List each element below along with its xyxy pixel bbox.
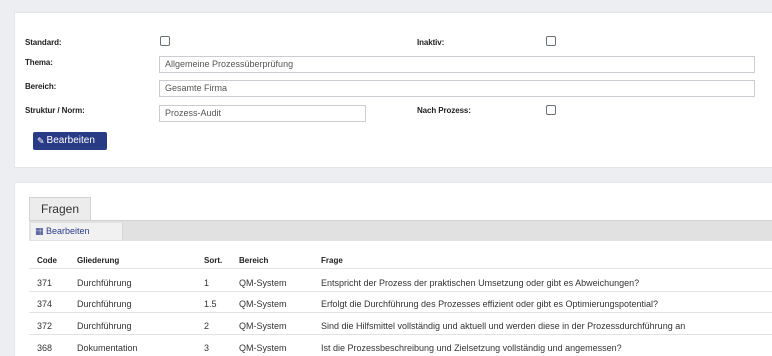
bereich-field[interactable]: Gesamte Firma: [159, 80, 755, 97]
cell-code: 368: [37, 343, 53, 353]
header-divider: [29, 268, 772, 269]
inaktiv-checkbox[interactable]: [546, 36, 556, 46]
row-divider: [29, 291, 772, 292]
column-header-code[interactable]: Code: [37, 256, 57, 265]
nach-prozess-label: Nach Prozess:: [417, 106, 471, 115]
cell-code: 371: [37, 278, 53, 288]
process-form-panel: Standard: Inaktiv: Thema: Allgemeine Pro…: [14, 12, 772, 168]
cell-code: 372: [37, 321, 53, 331]
thema-label: Thema:: [25, 58, 53, 67]
standard-label: Standard:: [25, 38, 62, 47]
edit-button-label: Bearbeiten: [46, 135, 95, 146]
column-header-gliederung[interactable]: Gliederung: [77, 256, 119, 265]
bereich-label: Bereich:: [25, 82, 57, 91]
cell-gliederung: Dokumentation: [77, 343, 138, 353]
tab-fragen[interactable]: Fragen: [29, 197, 91, 220]
pencil-icon: ✎: [37, 136, 45, 146]
struktur-label: Struktur / Norm:: [25, 106, 85, 115]
column-header-frage[interactable]: Frage: [321, 256, 343, 265]
cell-gliederung: Durchführung: [77, 299, 132, 309]
cell-code: 374: [37, 299, 53, 309]
cell-bereich: QM-System: [239, 278, 287, 288]
cell-frage: Entspricht der Prozess der praktischen U…: [321, 278, 640, 288]
cell-frage: Ist die Prozessbeschreibung und Zielsetz…: [321, 343, 622, 353]
cell-frage: Erfolgt die Durchführung des Prozesses e…: [321, 299, 659, 309]
cell-gliederung: Durchführung: [77, 278, 132, 288]
column-header-sort[interactable]: Sort.: [204, 256, 222, 265]
cell-bereich: QM-System: [239, 299, 287, 309]
inaktiv-label: Inaktiv:: [417, 38, 445, 47]
row-divider: [29, 312, 772, 313]
cell-sort: 1.5: [204, 299, 217, 309]
cell-bereich: QM-System: [239, 321, 287, 331]
table-icon: ▦: [35, 226, 44, 236]
thema-field[interactable]: Allgemeine Prozessüberprüfung: [159, 56, 755, 73]
toolbar-edit-button[interactable]: ▦ Bearbeiten: [31, 223, 123, 240]
cell-frage: Sind die Hilfsmittel vollständig und akt…: [321, 321, 686, 331]
questions-toolbar: ▦ Bearbeiten: [29, 220, 772, 241]
standard-checkbox[interactable]: [160, 36, 170, 46]
struktur-field[interactable]: Prozess-Audit: [159, 105, 366, 122]
cell-sort: 3: [204, 343, 210, 353]
toolbar-edit-label: Bearbeiten: [46, 226, 90, 236]
cell-sort: 2: [204, 321, 210, 331]
column-header-bereich[interactable]: Bereich: [239, 256, 268, 265]
edit-button[interactable]: ✎ Bearbeiten: [33, 132, 107, 150]
questions-panel: Fragen ▦ Bearbeiten Code Gliederung Sort…: [14, 182, 772, 356]
row-divider: [29, 334, 772, 335]
nach-prozess-checkbox[interactable]: [546, 105, 556, 115]
cell-gliederung: Durchführung: [77, 321, 132, 331]
cell-sort: 1: [204, 278, 210, 288]
cell-bereich: QM-System: [239, 343, 287, 353]
